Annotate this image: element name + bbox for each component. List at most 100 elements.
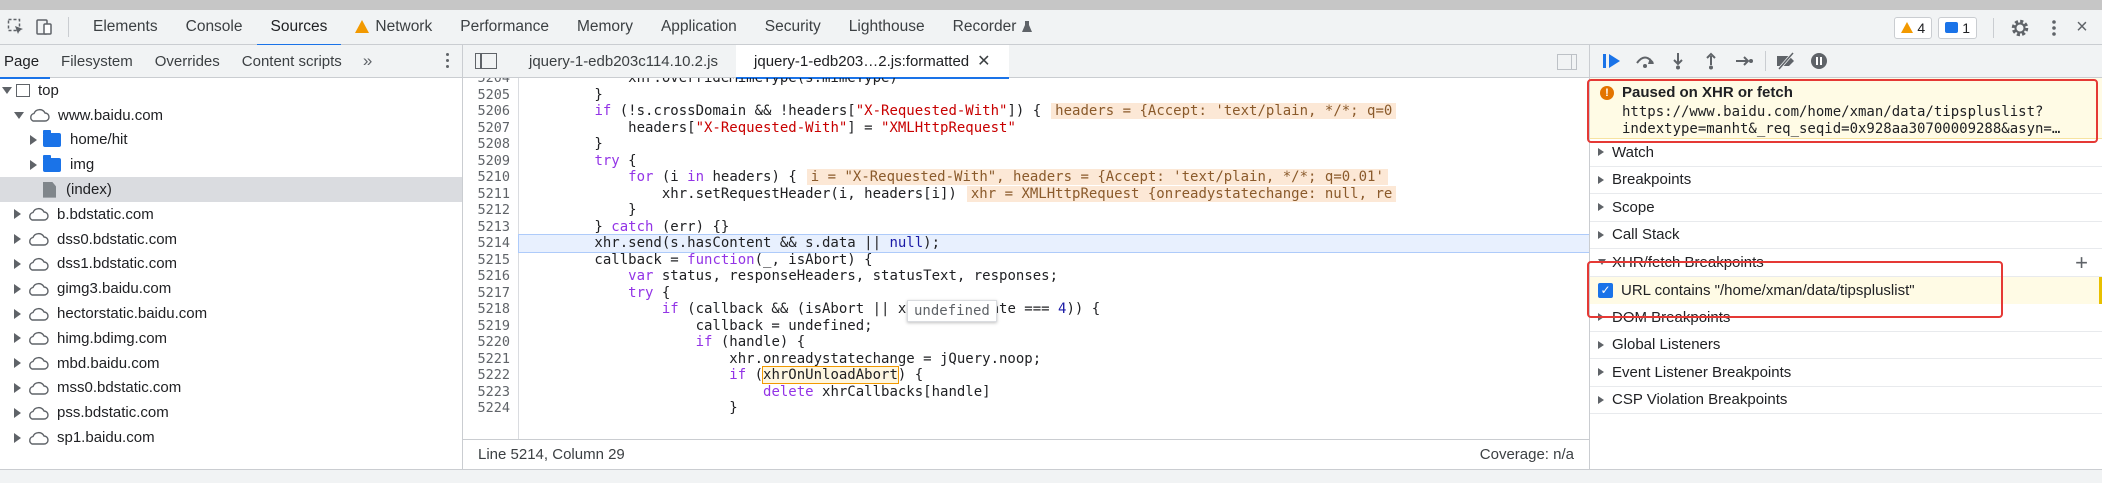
expand-arrow-icon[interactable] (14, 209, 21, 220)
tab-performance[interactable]: Performance (446, 10, 563, 45)
line-number[interactable]: 5214 (463, 235, 518, 252)
editor-tab-formatted[interactable]: jquery-1-edb203…2.js:formatted ✕ (736, 44, 1009, 79)
more-tabs-chevron-icon[interactable]: » (353, 51, 382, 71)
gear-icon[interactable] (2006, 14, 2034, 42)
line-number[interactable]: 5211 (463, 186, 518, 203)
line-number[interactable]: 5207 (463, 120, 518, 137)
expand-arrow-icon[interactable] (14, 407, 21, 418)
navigator-menu-icon[interactable] (446, 53, 450, 71)
pause-on-exceptions-icon[interactable] (1807, 49, 1831, 73)
tree-item[interactable]: dss0.bdstatic.com (0, 227, 462, 252)
tab-elements[interactable]: Elements (79, 10, 172, 45)
coverage-status[interactable]: Coverage: n/a (1480, 446, 1574, 463)
section-call-stack[interactable]: Call Stack (1590, 221, 2102, 249)
toolbar-divider (1765, 51, 1766, 71)
section-csp-violation-breakpoints[interactable]: CSP Violation Breakpoints (1590, 386, 2102, 414)
more-options-icon[interactable] (2040, 14, 2068, 42)
tree-item[interactable]: www.baidu.com (0, 103, 462, 128)
line-number[interactable]: 5209 (463, 153, 518, 170)
tree-item-label: dss0.bdstatic.com (57, 230, 178, 248)
collapse-arrow-icon[interactable] (14, 111, 24, 119)
tree-item[interactable]: img (0, 152, 462, 177)
tree-item[interactable]: b.bdstatic.com (0, 202, 462, 227)
tab-recorder[interactable]: Recorder (939, 10, 1048, 45)
tree-item-label: www.baidu.com (58, 106, 164, 124)
section-scope[interactable]: Scope (1590, 194, 2102, 222)
messages-badge[interactable]: 1 (1938, 16, 1977, 39)
devtools-window: Elements Console Sources Network Perform… (0, 0, 2102, 483)
step-over-icon[interactable] (1633, 49, 1657, 73)
tree-item[interactable]: gimg3.baidu.com (0, 276, 462, 301)
expand-arrow-icon[interactable] (14, 234, 21, 245)
tree-item[interactable]: mbd.baidu.com (0, 351, 462, 376)
section-watch[interactable]: Watch (1590, 139, 2102, 167)
tab-security[interactable]: Security (751, 10, 835, 45)
warnings-badge[interactable]: 4 (1894, 16, 1933, 39)
tab-console[interactable]: Console (172, 10, 257, 45)
line-number[interactable]: 5213 (463, 219, 518, 236)
line-number[interactable]: 5222 (463, 367, 518, 384)
toggle-navigator-icon[interactable] (475, 53, 497, 69)
expand-arrow-icon[interactable] (14, 283, 21, 294)
add-xhr-breakpoint-icon[interactable]: + (2075, 250, 2088, 276)
tab-lighthouse[interactable]: Lighthouse (835, 10, 939, 45)
expand-arrow-icon[interactable] (14, 258, 21, 269)
line-number[interactable]: 5216 (463, 268, 518, 285)
tab-application[interactable]: Application (647, 10, 751, 45)
line-number[interactable]: 5220 (463, 334, 518, 351)
line-number[interactable]: 5217 (463, 285, 518, 302)
line-number[interactable]: 5204 (463, 78, 518, 87)
section-breakpoints[interactable]: Breakpoints (1590, 166, 2102, 194)
section-event-listener-breakpoints[interactable]: Event Listener Breakpoints (1590, 359, 2102, 387)
expand-arrow-icon[interactable] (30, 159, 37, 170)
tree-item[interactable]: mss0.bdstatic.com (0, 376, 462, 401)
tree-item[interactable]: home/hit (0, 128, 462, 153)
close-tab-icon[interactable]: ✕ (977, 51, 990, 71)
toggle-debugger-icon[interactable] (1557, 54, 1577, 70)
section-global-listeners[interactable]: Global Listeners (1590, 331, 2102, 359)
tab-sources[interactable]: Sources (256, 10, 342, 46)
line-number[interactable]: 5221 (463, 351, 518, 368)
nav-tab-overrides[interactable]: Overrides (144, 45, 231, 78)
tree-item[interactable]: sp1.baidu.com (0, 425, 462, 450)
nav-tab-filesystem[interactable]: Filesystem (50, 45, 144, 78)
line-number[interactable]: 5205 (463, 87, 518, 104)
deactivate-breakpoints-icon[interactable] (1774, 49, 1798, 73)
line-number[interactable]: 5208 (463, 136, 518, 153)
inspect-element-icon[interactable] (2, 13, 30, 41)
step-icon[interactable] (1732, 49, 1756, 73)
step-into-icon[interactable] (1666, 49, 1690, 73)
tree-item[interactable]: hectorstatic.baidu.com (0, 301, 462, 326)
step-out-icon[interactable] (1699, 49, 1723, 73)
tree-item[interactable]: himg.bdimg.com (0, 326, 462, 351)
tree-item[interactable]: (index) (0, 177, 462, 202)
tab-network[interactable]: Network (341, 10, 446, 45)
expand-arrow-icon[interactable] (14, 382, 21, 393)
code-view[interactable]: 5204 5205 5206 5207 5208 5209 5210 5211 5212 5213… (463, 78, 1589, 439)
nav-tab-page[interactable]: Page (0, 45, 51, 79)
collapse-arrow-icon[interactable] (2, 86, 12, 94)
line-number[interactable]: 5212 (463, 202, 518, 219)
line-number[interactable]: 5210 (463, 169, 518, 186)
tree-item[interactable]: pss.bdstatic.com (0, 400, 462, 425)
tab-memory[interactable]: Memory (563, 10, 647, 45)
line-number[interactable]: 5218 (463, 301, 518, 318)
close-devtools-icon[interactable]: × (2068, 14, 2096, 42)
line-number[interactable]: 5223 (463, 384, 518, 401)
line-number[interactable]: 5224 (463, 400, 518, 417)
expand-arrow-icon[interactable] (14, 308, 21, 319)
line-number-gutter[interactable]: 5204 5205 5206 5207 5208 5209 5210 5211 5212 5213… (463, 78, 519, 439)
line-number[interactable]: 5215 (463, 252, 518, 269)
expand-arrow-icon[interactable] (14, 333, 21, 344)
device-toolbar-icon[interactable] (30, 13, 58, 41)
tree-item[interactable]: dss1.bdstatic.com (0, 252, 462, 277)
tree-item[interactable]: top (0, 78, 462, 103)
line-number[interactable]: 5206 (463, 103, 518, 120)
expand-arrow-icon[interactable] (14, 432, 21, 443)
expand-arrow-icon[interactable] (30, 134, 37, 145)
nav-tab-content-scripts[interactable]: Content scripts (231, 45, 353, 78)
expand-arrow-icon[interactable] (14, 358, 21, 369)
editor-tab-source[interactable]: jquery-1-edb203c114.10.2.js (511, 45, 736, 78)
resume-icon[interactable] (1600, 49, 1624, 73)
line-number[interactable]: 5219 (463, 318, 518, 335)
